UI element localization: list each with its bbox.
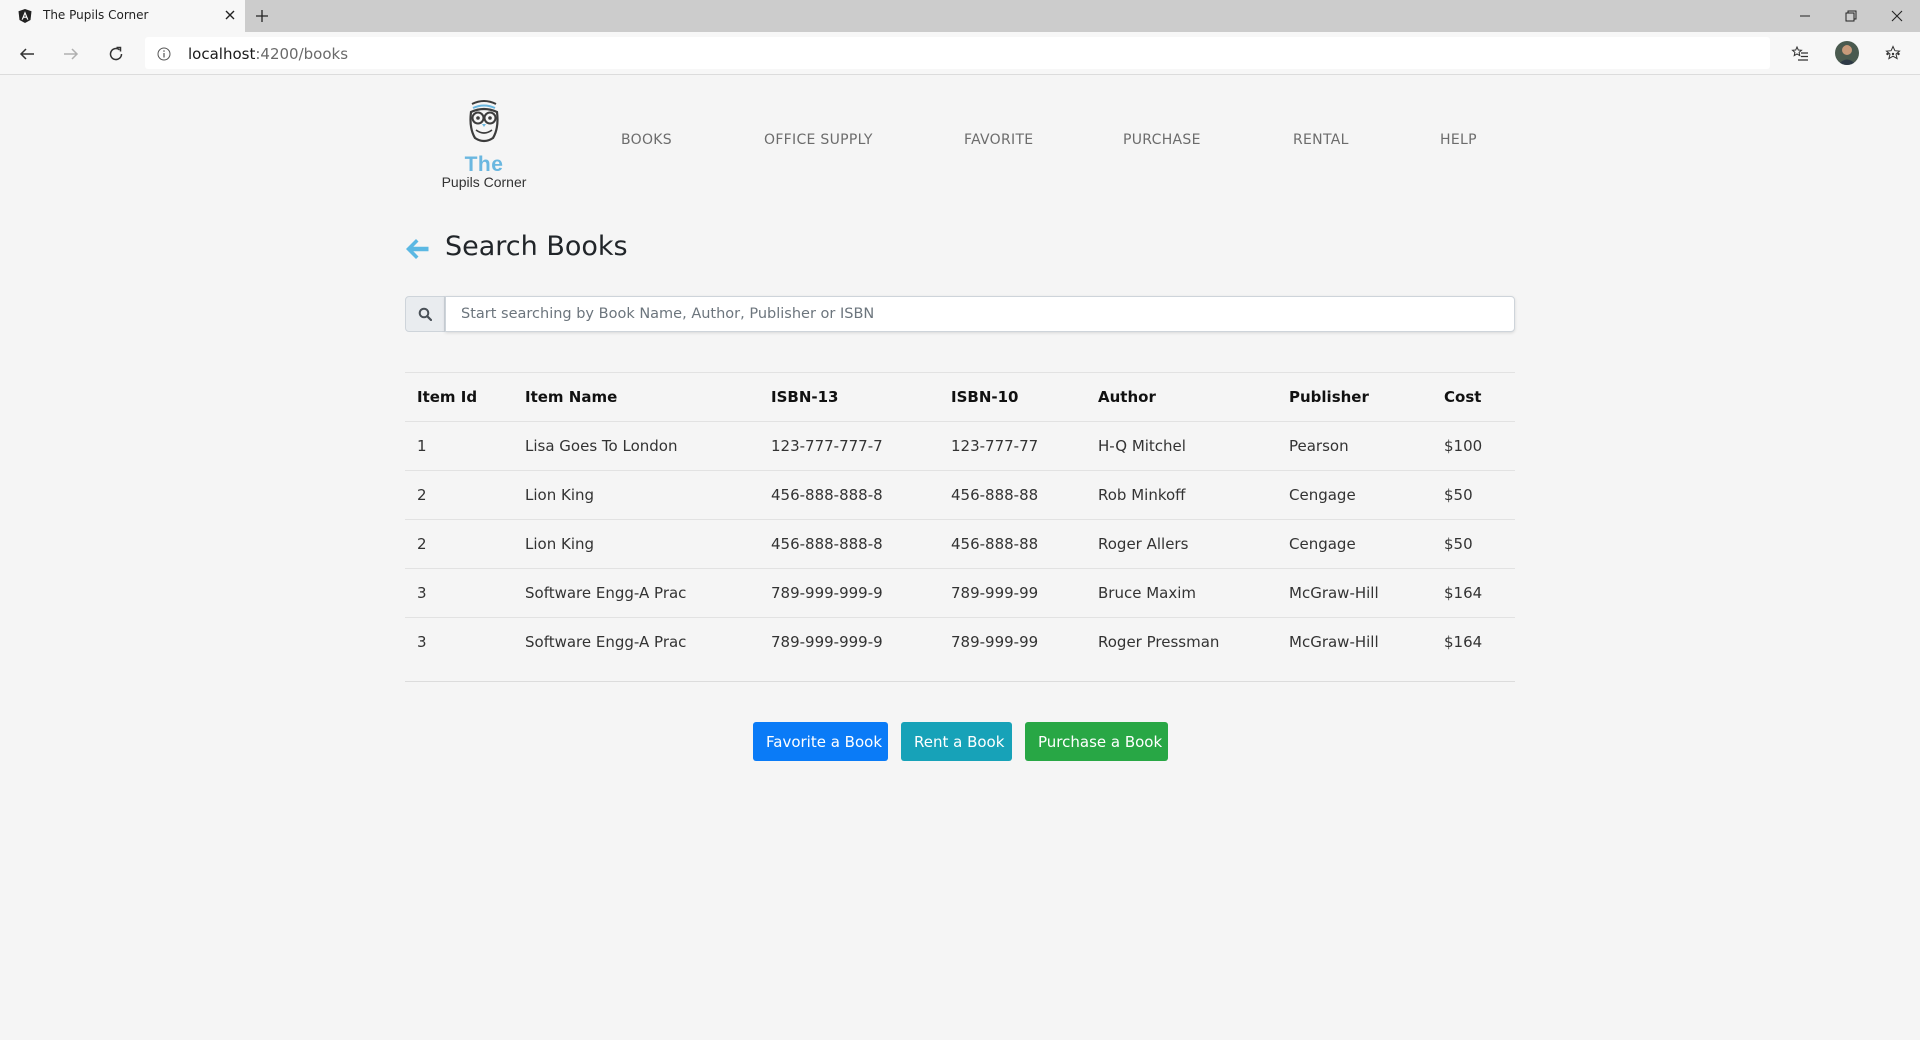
nav-link-books[interactable]: BOOKS <box>621 132 672 148</box>
nav-link-help[interactable]: HELP <box>1440 132 1477 148</box>
table-row[interactable]: 2 Lion King 456-888-888-8 456-888-88 Rog… <box>405 519 1515 568</box>
cell-publisher: Pearson <box>1289 436 1349 455</box>
cell-isbn-10: 456-888-88 <box>951 534 1039 553</box>
cell-item-id: 3 <box>417 583 427 602</box>
cell-isbn-10: 789-999-99 <box>951 583 1039 602</box>
table-row[interactable]: 3 Software Engg-A Prac 789-999-999-9 789… <box>405 568 1515 617</box>
minimize-icon[interactable] <box>1782 0 1828 32</box>
page-title: Search Books <box>445 231 628 262</box>
close-tab-icon[interactable] <box>222 7 238 23</box>
browser-tab[interactable]: The Pupils Corner <box>0 0 245 32</box>
cell-cost: $164 <box>1444 632 1483 651</box>
cell-author: Rob Minkoff <box>1098 485 1186 504</box>
browser-toolbar: localhost:4200/books <box>0 32 1920 75</box>
cell-cost: $100 <box>1444 436 1483 455</box>
restore-icon[interactable] <box>1828 0 1874 32</box>
cell-publisher: Cengage <box>1289 485 1356 504</box>
url-host: localhost <box>188 45 256 63</box>
forward-arrow-icon[interactable] <box>58 41 84 67</box>
cell-item-name: Lion King <box>525 534 595 553</box>
nav-link-purchase[interactable]: PURCHASE <box>1123 132 1201 148</box>
cell-isbn-13: 789-999-999-9 <box>771 583 883 602</box>
cell-cost: $164 <box>1444 583 1483 602</box>
column-header-publisher: Publisher <box>1289 387 1369 406</box>
cell-cost: $50 <box>1444 534 1473 553</box>
search-input[interactable] <box>445 296 1515 332</box>
column-header-item-name: Item Name <box>525 387 618 406</box>
favorite-book-button[interactable]: Favorite a Book <box>753 722 888 761</box>
cell-publisher: Cengage <box>1289 534 1356 553</box>
column-header-cost: Cost <box>1444 387 1482 406</box>
table-row[interactable]: 3 Software Engg-A Prac 789-999-999-9 789… <box>405 617 1515 666</box>
column-header-isbn-10: ISBN-10 <box>951 387 1019 406</box>
cell-isbn-10: 789-999-99 <box>951 632 1039 651</box>
cell-author: H-Q Mitchel <box>1098 436 1186 455</box>
table-row[interactable]: 1 Lisa Goes To London 123-777-777-7 123-… <box>405 421 1515 470</box>
nav-link-rental[interactable]: RENTAL <box>1293 132 1349 148</box>
column-header-item-id: Item Id <box>417 387 478 406</box>
cell-publisher: McGraw-Hill <box>1289 583 1379 602</box>
info-icon[interactable] <box>157 46 171 61</box>
back-arrow-icon[interactable] <box>14 41 40 67</box>
cell-item-name: Software Engg-A Prac <box>525 583 687 602</box>
cell-isbn-13: 456-888-888-8 <box>771 485 883 504</box>
cell-item-id: 1 <box>417 436 427 455</box>
url-path: :4200/books <box>255 45 349 63</box>
cell-isbn-13: 123-777-777-7 <box>771 436 883 455</box>
cell-item-name: Lion King <box>525 485 595 504</box>
rent-book-button[interactable]: Rent a Book <box>901 722 1012 761</box>
address-bar[interactable]: localhost:4200/books <box>145 37 1901 69</box>
site-logo[interactable]: The Pupils Corner <box>425 98 545 190</box>
cell-cost: $50 <box>1444 485 1473 504</box>
owl-icon <box>465 98 503 144</box>
site-navbar: The Pupils Corner BOOKS OFFICE SUPPLY FA… <box>405 90 1515 190</box>
cell-item-id: 2 <box>417 485 427 504</box>
tab-title: The Pupils Corner <box>43 8 149 22</box>
favorites-icon[interactable] <box>1787 41 1813 67</box>
cell-author: Bruce Maxim <box>1098 583 1196 602</box>
new-tab-icon[interactable] <box>252 6 272 26</box>
books-table-container: Item Id Item Name ISBN-13 ISBN-10 Author… <box>405 372 1515 682</box>
close-window-icon[interactable] <box>1874 0 1920 32</box>
nav-link-favorite[interactable]: FAVORITE <box>964 132 1033 148</box>
back-arrow-icon[interactable] <box>405 237 430 261</box>
table-header-row: Item Id Item Name ISBN-13 ISBN-10 Author… <box>405 373 1515 421</box>
cell-item-name: Lisa Goes To London <box>525 436 678 455</box>
search-bar <box>405 296 1515 332</box>
more-options-icon[interactable] <box>1880 41 1906 67</box>
cell-publisher: McGraw-Hill <box>1289 632 1379 651</box>
refresh-icon[interactable] <box>103 41 129 67</box>
cell-item-name: Software Engg-A Prac <box>525 632 687 651</box>
cell-isbn-10: 456-888-88 <box>951 485 1039 504</box>
cell-isbn-13: 456-888-888-8 <box>771 534 883 553</box>
table-row[interactable]: 2 Lion King 456-888-888-8 456-888-88 Rob… <box>405 470 1515 519</box>
browser-tab-strip: The Pupils Corner <box>0 0 1920 32</box>
books-table: Item Id Item Name ISBN-13 ISBN-10 Author… <box>405 373 1515 666</box>
column-header-author: Author <box>1098 387 1156 406</box>
url-text: localhost:4200/books <box>188 45 348 63</box>
search-icon[interactable] <box>405 296 445 332</box>
cell-item-id: 3 <box>417 632 427 651</box>
cell-isbn-10: 123-777-77 <box>951 436 1039 455</box>
logo-wordmark-sub: Pupils Corner <box>441 174 527 190</box>
cell-author: Roger Pressman <box>1098 632 1220 651</box>
purchase-book-button[interactable]: Purchase a Book <box>1025 722 1168 761</box>
cell-author: Roger Allers <box>1098 534 1189 553</box>
angular-icon <box>17 8 33 24</box>
column-header-isbn-13: ISBN-13 <box>771 387 839 406</box>
nav-link-office-supply[interactable]: OFFICE SUPPLY <box>764 132 873 148</box>
cell-isbn-13: 789-999-999-9 <box>771 632 883 651</box>
profile-avatar[interactable] <box>1835 41 1859 65</box>
cell-item-id: 2 <box>417 534 427 553</box>
